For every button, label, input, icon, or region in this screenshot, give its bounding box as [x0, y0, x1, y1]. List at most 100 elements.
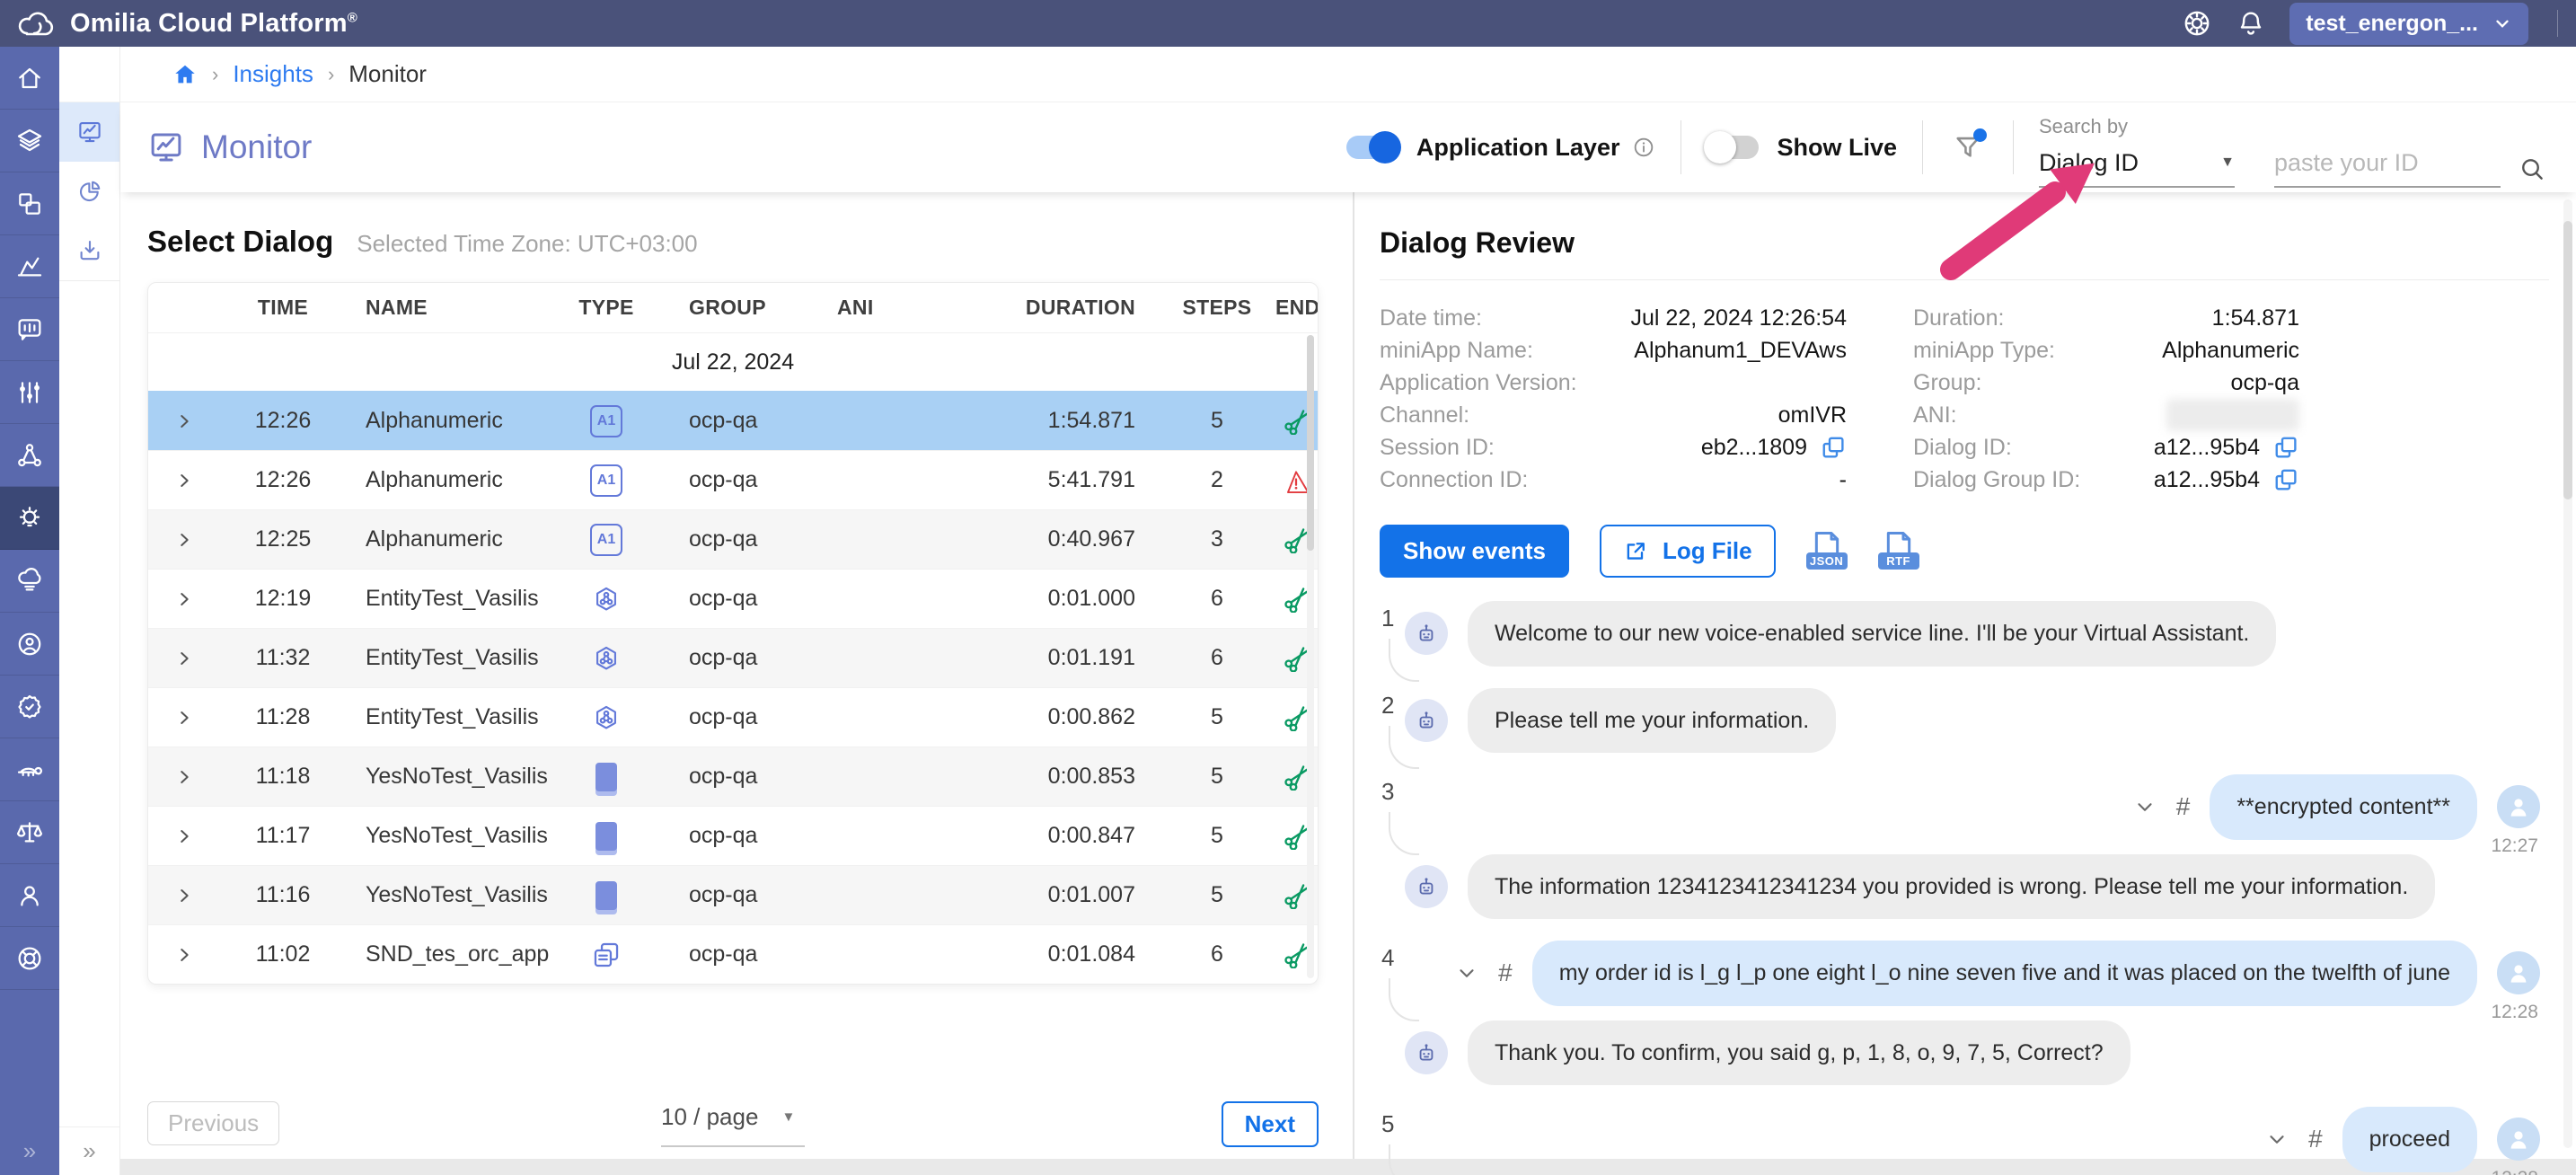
expand-row-chevron-icon[interactable] [174, 411, 194, 431]
user-menu-button[interactable]: test_energon_... [2289, 3, 2528, 45]
column-header-steps[interactable]: STEPS [1159, 296, 1275, 320]
page-size-select[interactable]: 10 / page ▼ [661, 1103, 805, 1147]
row-steps: 6 [1159, 645, 1275, 671]
download-json-button[interactable]: JSON [1806, 528, 1848, 575]
sidebar-item-quality[interactable] [0, 676, 59, 738]
compliance-icon [15, 818, 44, 847]
expand-row-chevron-icon[interactable] [174, 471, 194, 490]
subsidebar-item-reports[interactable] [59, 162, 119, 221]
dialog-row[interactable]: 12:26AlphanumericA1ocp-qa1:54.8715 [148, 391, 1318, 450]
dialog-row[interactable]: 12:19EntityTest_Vasilisocp-qa0:01.0006 [148, 569, 1318, 628]
sidebar-collapse-button[interactable]: » [0, 1126, 59, 1175]
show-live-label: Show Live [1777, 134, 1897, 162]
table-scrollbar[interactable] [1307, 335, 1314, 978]
subsidebar-item-export[interactable] [59, 221, 119, 280]
breadcrumb-home-icon[interactable] [172, 62, 198, 87]
sidebar-item-cloud-services[interactable] [0, 550, 59, 613]
expand-row-chevron-icon[interactable] [174, 886, 194, 906]
dialog-row[interactable]: 11:17YesNoTest_Vasilisocp-qa0:00.8475 [148, 806, 1318, 865]
info-icon[interactable] [1632, 136, 1655, 159]
notifications-bell-icon[interactable] [2236, 8, 2266, 39]
search-type-select[interactable]: Dialog ID ▼ [2039, 149, 2235, 188]
dialog-review-scrollbar[interactable] [2563, 199, 2572, 1148]
sidebar-item-performance[interactable] [0, 738, 59, 801]
breadcrumb-link-insights[interactable]: Insights [233, 60, 313, 88]
dialog-row[interactable]: 11:02SND_tes_orc_appocp-qa0:01.0846 [148, 924, 1318, 984]
subsidebar-item-monitor[interactable] [59, 102, 119, 162]
application-layer-toggle[interactable] [1346, 136, 1398, 159]
expand-row-chevron-icon[interactable] [174, 826, 194, 846]
page-title: Monitor [147, 128, 312, 166]
column-header-type[interactable]: TYPE [543, 296, 669, 320]
sidebar-item-insights[interactable] [0, 487, 59, 550]
column-header-group[interactable]: GROUP [669, 296, 817, 320]
download-rtf-button[interactable]: RTF [1878, 528, 1919, 575]
sidebar-item-account[interactable] [0, 864, 59, 927]
show-live-toggle[interactable] [1707, 136, 1759, 159]
hash-icon[interactable]: # [2176, 792, 2191, 821]
search-icon[interactable] [2519, 155, 2545, 182]
dialog-row[interactable]: 11:16YesNoTest_Vasilisocp-qa0:01.0075 [148, 865, 1318, 924]
sidebar-item-compliance[interactable] [0, 801, 59, 864]
json-file-label: JSON [1806, 552, 1848, 570]
settings-icon[interactable] [2182, 8, 2212, 39]
expand-row-chevron-icon[interactable] [174, 767, 194, 787]
breadcrumb: › Insights › Monitor [120, 47, 2576, 102]
copy-icon[interactable] [1820, 434, 1847, 461]
log-file-button[interactable]: Log File [1600, 525, 1776, 578]
collapse-chevron-icon[interactable] [1455, 961, 1478, 985]
breadcrumb-current: Monitor [348, 60, 427, 88]
copy-icon[interactable] [2272, 434, 2299, 461]
call-end-success-icon [1283, 823, 1310, 850]
subsidebar-collapse-button[interactable]: » [59, 1126, 119, 1175]
sidebar-item-layers[interactable] [0, 110, 59, 172]
sidebar-item-tuning[interactable] [0, 361, 59, 424]
sidebar-item-apps[interactable] [0, 172, 59, 235]
dialog-row[interactable]: 12:25AlphanumericA1ocp-qa0:40.9673 [148, 509, 1318, 569]
hash-icon[interactable]: # [1498, 959, 1513, 987]
sidebar-item-analytics[interactable] [0, 235, 59, 298]
select-dialog-title: Select Dialog [147, 225, 333, 259]
detail-field: Channel: omIVR [1380, 399, 1847, 431]
dialog-row[interactable]: 12:26AlphanumericA1ocp-qa5:41.7912 [148, 450, 1318, 509]
field-label: Group: [1913, 370, 1981, 396]
row-duration: 0:01.000 [1024, 586, 1159, 612]
sidebar-item-support[interactable] [0, 927, 59, 990]
collapse-chevron-icon[interactable] [2133, 795, 2157, 818]
dialog-row[interactable]: 11:32EntityTest_Vasilisocp-qa0:01.1916 [148, 628, 1318, 687]
subsidebar-gap [59, 47, 119, 102]
column-header-end[interactable]: END [1275, 296, 1316, 320]
insights-icon [15, 504, 44, 533]
search-id-input[interactable]: paste your ID [2274, 149, 2501, 188]
sidebar-item-conversations[interactable] [0, 298, 59, 361]
field-value: omIVR [1778, 402, 1847, 428]
column-header-name[interactable]: NAME [346, 296, 543, 320]
column-header-ani[interactable]: ANI [817, 296, 1024, 320]
select-caret-icon: ▼ [2220, 155, 2235, 171]
collapse-chevron-icon[interactable] [2265, 1127, 2289, 1151]
row-group: ocp-qa [669, 764, 817, 790]
row-name: YesNoTest_Vasilis [346, 764, 543, 790]
row-name: EntityTest_Vasilis [346, 704, 543, 730]
dialog-row[interactable]: 11:28EntityTest_Vasilisocp-qa0:00.8625 [148, 687, 1318, 747]
field-label: Connection ID: [1380, 467, 1528, 493]
expand-row-chevron-icon[interactable] [174, 649, 194, 668]
previous-page-button[interactable]: Previous [147, 1101, 279, 1145]
filter-button[interactable] [1948, 128, 1988, 167]
expand-row-chevron-icon[interactable] [174, 589, 194, 609]
expand-row-chevron-icon[interactable] [174, 945, 194, 965]
sidebar-item-admin[interactable] [0, 613, 59, 676]
user-message-row: # my order id is l_g l_p one eight l_o n… [1380, 941, 2544, 1006]
next-page-button[interactable]: Next [1222, 1101, 1319, 1147]
show-events-button[interactable]: Show events [1380, 525, 1569, 578]
sidebar-item-home[interactable] [0, 47, 59, 110]
dialog-row[interactable]: 11:18YesNoTest_Vasilisocp-qa0:00.8535 [148, 747, 1318, 806]
expand-row-chevron-icon[interactable] [174, 530, 194, 550]
column-header-duration[interactable]: DURATION [1024, 296, 1159, 320]
copy-icon[interactable] [2272, 466, 2299, 493]
hash-icon[interactable]: # [2308, 1125, 2323, 1153]
sidebar-item-orchestrator[interactable] [0, 424, 59, 487]
row-time: 11:02 [220, 941, 346, 967]
column-header-time[interactable]: TIME [220, 296, 346, 320]
expand-row-chevron-icon[interactable] [174, 708, 194, 728]
